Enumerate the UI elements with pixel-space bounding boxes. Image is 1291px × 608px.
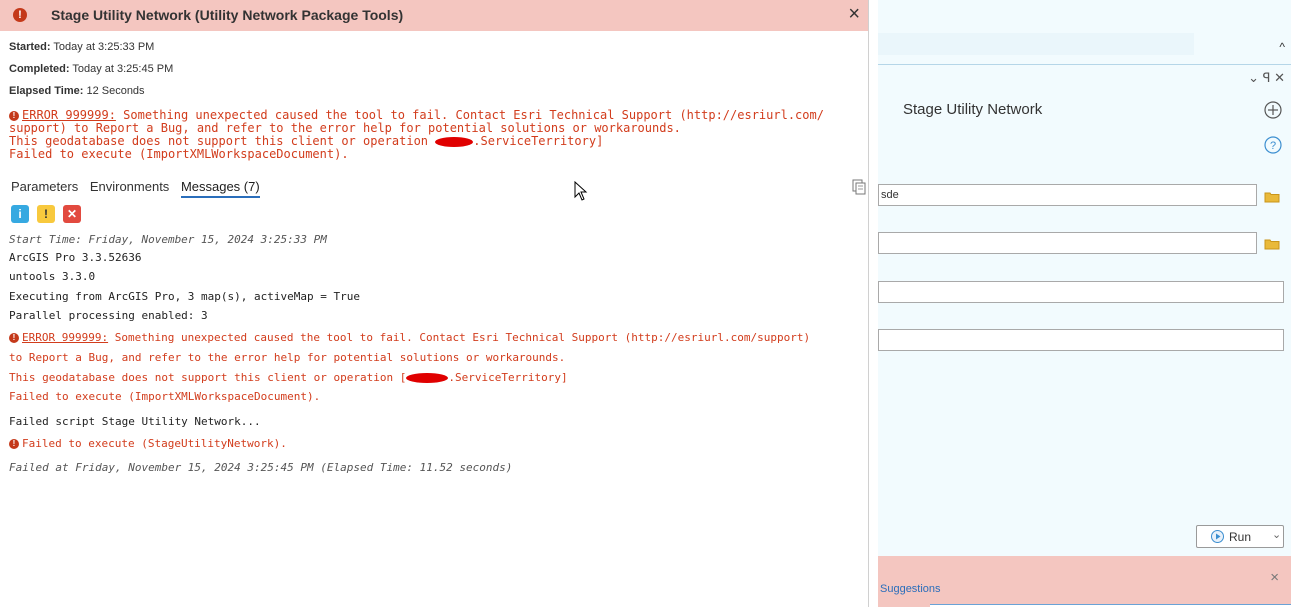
mouse-cursor-icon	[574, 181, 588, 201]
summary-error-line1: Something unexpected caused the tool to …	[123, 108, 824, 122]
message-start-time: Start Time: Friday, November 15, 2024 3:…	[9, 233, 327, 246]
summary-error-line4: Failed to execute (ImportXMLWorkspaceDoc…	[9, 147, 349, 161]
redacted-mark	[406, 373, 449, 383]
message-failed-script: Failed script Stage Utility Network...	[9, 415, 261, 428]
text-field-1[interactable]	[878, 281, 1284, 303]
suggestions-bar: Suggestions ×	[878, 556, 1291, 607]
message-error-line1: ! ERROR 999999: Something unexpected caus…	[9, 331, 810, 344]
started-value: Today at 3:25:33 PM	[53, 41, 155, 53]
message-details-popup: ! Stage Utility Network (Utility Network…	[0, 0, 868, 607]
elapsed-row: Elapsed Time: 12 Seconds	[9, 85, 145, 97]
input-database-value: sde	[881, 189, 899, 201]
started-row: Started: Today at 3:25:33 PM	[9, 41, 154, 53]
warning-filter-icon[interactable]: !	[37, 205, 55, 223]
message-error-line4: Failed to execute (ImportXMLWorkspaceDoc…	[9, 390, 321, 403]
error-icon: !	[9, 333, 19, 343]
message-error-line3: This geodatabase does not support this c…	[9, 371, 568, 384]
message-failed-at: Failed at Friday, November 15, 2024 3:25…	[9, 461, 513, 474]
message-version: ArcGIS Pro 3.3.52636	[9, 251, 142, 264]
collapse-up-icon[interactable]: ^	[1279, 40, 1285, 54]
message-executing: Executing from ArcGIS Pro, 3 map(s), act…	[9, 290, 360, 303]
close-button[interactable]: ×	[848, 3, 860, 25]
help-icon[interactable]: ?	[1264, 136, 1282, 154]
summary-error-line2: support) to Report a Bug, and refer to t…	[9, 121, 681, 135]
redacted-mark	[435, 136, 474, 147]
text-field-2[interactable]	[878, 329, 1284, 351]
message-failed-exec-text: Failed to execute (StageUtilityNetwork).	[22, 437, 287, 450]
error-icon: !	[9, 110, 19, 121]
tab-parameters[interactable]: Parameters	[11, 179, 78, 194]
folder-icon[interactable]	[1264, 238, 1280, 250]
input-package-field[interactable]	[878, 232, 1257, 254]
completed-row: Completed: Today at 3:25:45 PM	[9, 63, 173, 75]
pane-title: Stage Utility Network	[903, 101, 1043, 118]
summary-error-line3-pre: This geodatabase does not support this c…	[9, 134, 436, 148]
suggestions-box	[930, 604, 1291, 608]
message-error-code-link[interactable]: ERROR 999999:	[22, 331, 108, 344]
pane-window-controls[interactable]: ⌄ ꟼ ✕	[1248, 70, 1285, 86]
tab-environments[interactable]: Environments	[90, 179, 169, 194]
popup-title: Stage Utility Network (Utility Network P…	[51, 7, 404, 23]
message-error-text3-pre: This geodatabase does not support this c…	[9, 371, 407, 384]
chevron-down-icon[interactable]: ⌄	[1272, 528, 1281, 541]
started-label: Started:	[9, 41, 51, 53]
run-label: Run	[1229, 530, 1252, 544]
error-icon: !	[13, 8, 27, 22]
add-icon[interactable]	[1264, 101, 1282, 119]
close-icon[interactable]: ×	[1270, 569, 1279, 586]
summary-error: ! ERROR 999999: Something unexpected caus…	[9, 109, 824, 161]
info-filter-icon[interactable]: i	[11, 205, 29, 223]
message-failed-exec: ! Failed to execute (StageUtilityNetwork)…	[9, 437, 287, 450]
tab-bar: Parameters Environments Messages (7)	[11, 179, 268, 198]
svg-text:?: ?	[1270, 140, 1276, 152]
error-filter-icon[interactable]: ✕	[63, 205, 81, 223]
popup-header: ! Stage Utility Network (Utility Network…	[0, 0, 868, 31]
run-button[interactable]: Run ⌄	[1196, 525, 1284, 548]
copy-icon[interactable]	[852, 179, 866, 195]
completed-label: Completed:	[9, 63, 70, 75]
suggestions-link[interactable]: Suggestions	[880, 583, 941, 595]
error-code-link[interactable]: ERROR 999999:	[22, 108, 116, 122]
message-untools: untools 3.3.0	[9, 270, 96, 283]
elapsed-value: 12 Seconds	[86, 85, 145, 97]
message-error-text3-post: .ServiceTerritory]	[448, 371, 568, 384]
pane-separator	[878, 64, 1291, 65]
message-error-text1: Something unexpected caused the tool to …	[114, 331, 811, 344]
input-database-field[interactable]: sde	[878, 184, 1257, 206]
summary-error-line3-post: .ServiceTerritory]	[473, 134, 604, 148]
geoprocessing-pane: ^ ⌄ ꟼ ✕ Stage Utility Network ? sde Run …	[878, 0, 1291, 608]
tab-messages[interactable]: Messages (7)	[180, 179, 260, 198]
pane-tab-strip	[878, 33, 1194, 55]
folder-icon[interactable]	[1264, 191, 1280, 203]
message-parallel: Parallel processing enabled: 3	[9, 309, 208, 322]
completed-value: Today at 3:25:45 PM	[72, 63, 174, 75]
elapsed-label: Elapsed Time:	[9, 85, 84, 97]
error-icon: !	[9, 439, 19, 449]
run-icon	[1211, 530, 1224, 543]
message-error-line2: to Report a Bug, and refer to the error …	[9, 351, 566, 364]
